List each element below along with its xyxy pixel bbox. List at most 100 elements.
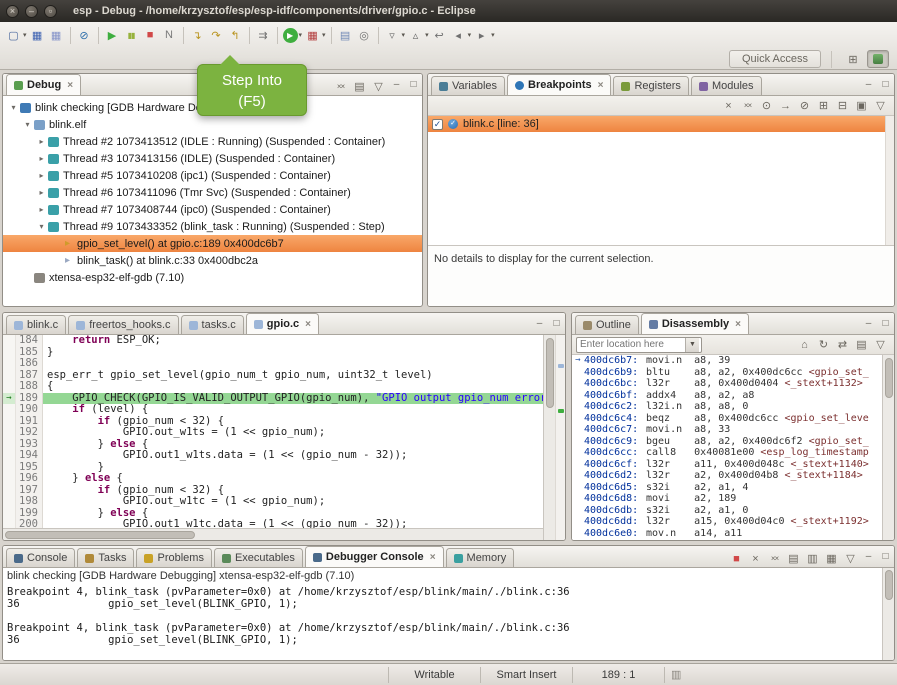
refresh-view-icon[interactable]: ↻: [815, 336, 832, 353]
debug-perspective-icon[interactable]: [867, 50, 889, 68]
code-line[interactable]: 185}: [3, 347, 543, 359]
quick-access-button[interactable]: Quick Access: [729, 50, 821, 68]
disassembly-scrollbar[interactable]: [882, 355, 894, 540]
code-line[interactable]: 193 } else {: [3, 439, 543, 451]
location-combo[interactable]: ▼: [576, 337, 702, 353]
pin-console-icon[interactable]: ▦: [823, 550, 840, 567]
disassembly-line[interactable]: 400dc6e0:mov.n a14, a11: [572, 528, 882, 540]
skip-all-breakpoints-icon[interactable]: ⊘: [796, 97, 813, 114]
home-icon[interactable]: ⌂: [796, 336, 813, 353]
tab-debug[interactable]: Debug×: [6, 74, 81, 95]
view-menu-icon[interactable]: ▽: [842, 550, 859, 567]
maximize-view-icon[interactable]: □: [878, 316, 893, 331]
tab-registers[interactable]: Registers: [613, 76, 688, 95]
tree-expander-icon[interactable]: ▾: [7, 103, 20, 112]
code-line[interactable]: 197 if (gpio_num < 32) {: [3, 485, 543, 497]
disassembly-content[interactable]: →400dc6b7:movi.n a8, 39400dc6b9:bltu a8,…: [572, 355, 882, 540]
tree-expander-icon[interactable]: ▾: [21, 120, 34, 129]
remove-launch-icon[interactable]: ×: [747, 550, 764, 567]
maximize-view-icon[interactable]: □: [878, 549, 893, 564]
debug-tree-item[interactable]: ▸gpio_set_level() at gpio.c:189 0x400dc6…: [3, 235, 422, 252]
suspend-icon[interactable]: ▮▮: [123, 27, 140, 44]
tab-blink-c[interactable]: blink.c: [6, 315, 66, 334]
debug-tree-item[interactable]: ▸Thread #6 1073411096 (Tmr Svc) (Suspend…: [3, 184, 422, 201]
breakpoints-scrollbar[interactable]: [885, 116, 894, 245]
save-all-icon[interactable]: ▦: [48, 27, 65, 44]
close-window-button[interactable]: ×: [6, 5, 19, 18]
tree-expander-icon[interactable]: ▸: [35, 188, 48, 197]
close-tab-icon[interactable]: ×: [305, 319, 311, 330]
tab-disassembly[interactable]: Disassembly×: [641, 313, 749, 334]
run-icon[interactable]: ▶: [283, 28, 298, 43]
disassembly-line[interactable]: →400dc6b7:movi.n a8, 39: [572, 355, 882, 367]
remove-all-terminated-icon[interactable]: ××: [766, 550, 783, 567]
editor-vertical-scrollbar[interactable]: [543, 335, 555, 540]
show-opcodes-icon[interactable]: ▤: [853, 336, 870, 353]
scroll-lock-icon[interactable]: ▥: [804, 550, 821, 567]
minimize-view-icon[interactable]: –: [861, 316, 876, 331]
disassembly-line[interactable]: 400dc6cc:call8 0x40081e00 <esp_log_times…: [572, 447, 882, 459]
previous-annotation-menu-icon[interactable]: ▾: [425, 31, 429, 39]
collapse-all-icon[interactable]: ⊟: [834, 97, 851, 114]
new-icon[interactable]: ▢: [5, 27, 22, 44]
disassembly-line[interactable]: 400dc6dd:l32r a15, 0x400d04c0 <_stext+11…: [572, 516, 882, 528]
debug-tree-item[interactable]: xtensa-esp32-elf-gdb (7.10): [3, 269, 422, 286]
link-with-debug-view-icon[interactable]: ▣: [853, 97, 870, 114]
minimize-view-icon[interactable]: –: [861, 549, 876, 564]
maximize-view-icon[interactable]: □: [406, 77, 421, 92]
debug-tree-item[interactable]: ▸Thread #7 1073408744 (ipc0) (Suspended …: [3, 201, 422, 218]
code-line[interactable]: 191 if (gpio_num < 32) {: [3, 416, 543, 428]
tab-executables[interactable]: Executables: [214, 548, 303, 567]
maximize-view-icon[interactable]: □: [549, 316, 564, 331]
tab-tasks[interactable]: Tasks: [77, 548, 134, 567]
code-line[interactable]: 200 GPIO.out1_w1tc.data = (1 << (gpio_nu…: [3, 519, 543, 528]
back-icon[interactable]: ◂: [450, 27, 467, 44]
tab-debugger-console[interactable]: Debugger Console×: [305, 546, 444, 567]
code-line[interactable]: 194 GPIO.out1_w1ts.data = (1 << (gpio_nu…: [3, 450, 543, 462]
disassembly-line[interactable]: 400dc6c4:beqz a8, 0x400dc6cc <gpio_set_l…: [572, 413, 882, 425]
tab-console[interactable]: Console: [6, 548, 75, 567]
open-perspective-icon[interactable]: ⊞: [842, 50, 864, 68]
close-tab-icon[interactable]: ×: [430, 552, 436, 563]
disassembly-line[interactable]: 400dc6cf:l32r a11, 0x400d048c <_stext+11…: [572, 459, 882, 471]
view-layout-icon[interactable]: ▤: [351, 78, 368, 95]
minimize-view-icon[interactable]: –: [532, 316, 547, 331]
disassembly-line[interactable]: 400dc6db:s32i a2, a1, 0: [572, 505, 882, 517]
terminate-icon[interactable]: ■: [728, 550, 745, 567]
step-into-icon[interactable]: ↴: [189, 27, 206, 44]
run-menu-icon[interactable]: ▾: [299, 31, 303, 39]
code-line[interactable]: 190 if (level) {: [3, 404, 543, 416]
code-line[interactable]: 192 GPIO.out_w1ts = (1 << gpio_num);: [3, 427, 543, 439]
minimize-view-icon[interactable]: –: [389, 77, 404, 92]
sync-with-debug-context-icon[interactable]: ⇄: [834, 336, 851, 353]
back-menu-icon[interactable]: ▾: [468, 31, 472, 39]
close-tab-icon[interactable]: ×: [735, 319, 741, 330]
forward-menu-icon[interactable]: ▾: [491, 31, 495, 39]
disassembly-line[interactable]: 400dc6d8:movi a2, 189: [572, 493, 882, 505]
tree-expander-icon[interactable]: ▸: [35, 205, 48, 214]
remove-selected-breakpoints-icon[interactable]: ×: [720, 97, 737, 114]
debug-tree-item[interactable]: ▾blink.elf: [3, 116, 422, 133]
code-line[interactable]: 199 } else {: [3, 508, 543, 520]
code-line[interactable]: 187esp_err_t gpio_set_level(gpio_num_t g…: [3, 370, 543, 382]
disassembly-line[interactable]: 400dc6c2:l32i.n a8, a8, 0: [572, 401, 882, 413]
debug-tree-item[interactable]: ▸Thread #3 1073413156 (IDLE) (Suspended …: [3, 150, 422, 167]
clear-console-icon[interactable]: ▤: [785, 550, 802, 567]
editor-horizontal-scrollbar[interactable]: [3, 528, 543, 540]
location-dropdown-icon[interactable]: ▼: [685, 338, 699, 352]
remove-all-terminated-icon[interactable]: ××: [332, 78, 349, 95]
new-menu-icon[interactable]: ▾: [23, 31, 27, 39]
breakpoint-checkbox[interactable]: ✓: [432, 119, 443, 130]
debug-tree-item[interactable]: ▾Thread #9 1073433352 (blink_task : Runn…: [3, 218, 422, 235]
last-edit-location-icon[interactable]: ↩: [431, 27, 448, 44]
maximize-view-icon[interactable]: □: [878, 77, 893, 92]
code-line[interactable]: 184 return ESP_OK;: [3, 335, 543, 347]
expand-all-icon[interactable]: ⊞: [815, 97, 832, 114]
disassembly-line[interactable]: 400dc6d5:s32i a2, a1, 4: [572, 482, 882, 494]
resume-icon[interactable]: ▶: [104, 27, 121, 44]
search-icon[interactable]: ◎: [356, 27, 373, 44]
debug-tree-item[interactable]: ▸Thread #2 1073413512 (IDLE : Running) (…: [3, 133, 422, 150]
forward-icon[interactable]: ▸: [473, 27, 490, 44]
code-line[interactable]: 195 }: [3, 462, 543, 474]
debug-tree-item[interactable]: ▸Thread #5 1073410208 (ipc1) (Suspended …: [3, 167, 422, 184]
